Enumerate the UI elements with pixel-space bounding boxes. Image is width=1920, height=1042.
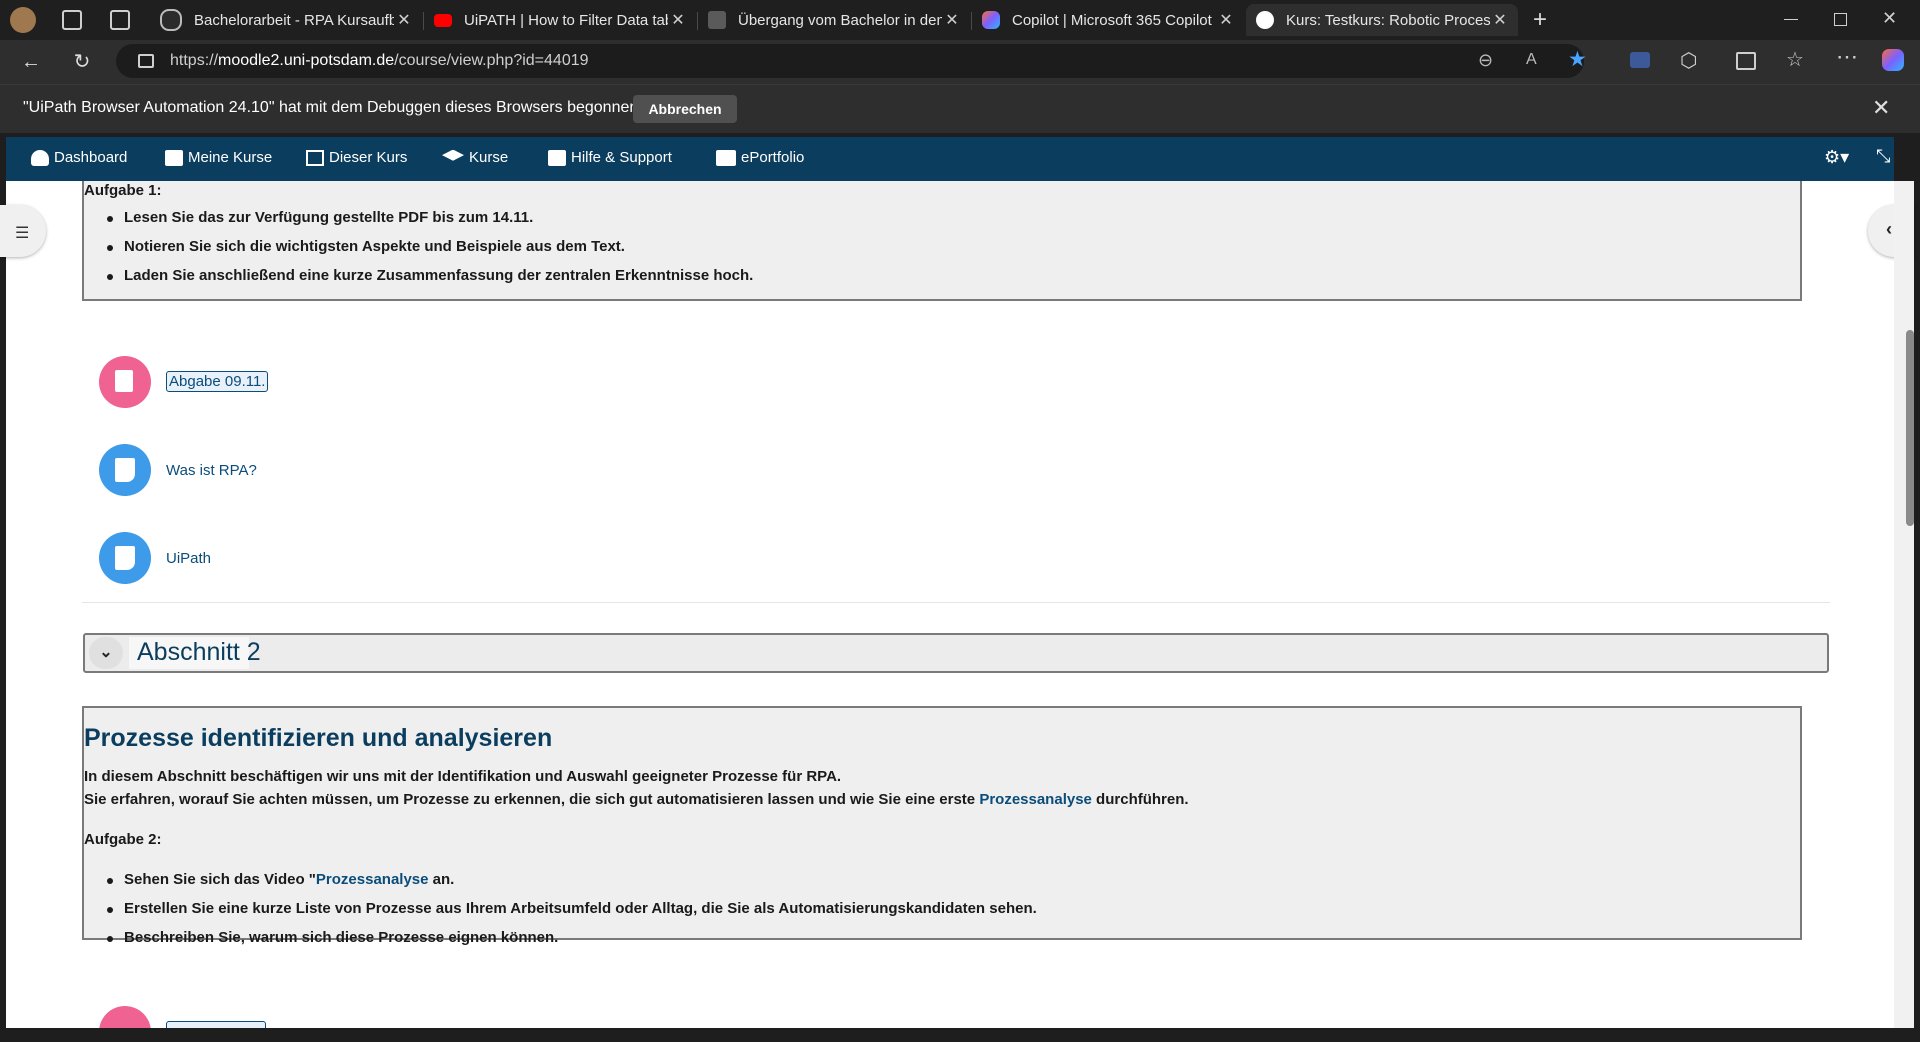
section2-header[interactable]: ⌄ Abschnitt 2 bbox=[83, 633, 1829, 673]
section2-summary: Prozesse identifizieren und analysieren … bbox=[82, 706, 1802, 946]
restore-icon[interactable] bbox=[1834, 13, 1847, 26]
workspaces-icon[interactable] bbox=[62, 10, 82, 30]
activity-link-partial[interactable] bbox=[166, 1021, 266, 1028]
nav-meine-kurse[interactable]: Meine Kurse bbox=[165, 149, 272, 166]
profile-avatar[interactable] bbox=[10, 7, 36, 33]
nav-eportfolio[interactable]: ePortfolio bbox=[716, 149, 804, 166]
tab-0[interactable]: Bachelorarbeit - RPA Kursaufbau ✕ bbox=[150, 4, 422, 36]
uipath-extension-icon[interactable] bbox=[1630, 52, 1650, 68]
minimize-icon[interactable] bbox=[1784, 19, 1798, 20]
tab-close-icon[interactable]: ✕ bbox=[1490, 10, 1510, 30]
nav-dashboard[interactable]: Dashboard bbox=[31, 149, 127, 166]
url-text: https://moodle2.uni-potsdam.de/course/vi… bbox=[170, 52, 589, 69]
tab-close-icon[interactable]: ✕ bbox=[668, 10, 688, 30]
copilot-icon bbox=[982, 11, 1000, 29]
zoom-out-icon[interactable]: ⊖ bbox=[1478, 50, 1493, 71]
graduation-cap-icon bbox=[442, 149, 464, 161]
tab-close-icon[interactable]: ✕ bbox=[1216, 10, 1236, 30]
assignment-glyph bbox=[115, 370, 133, 392]
document-icon bbox=[708, 11, 726, 29]
section-title[interactable]: Abschnitt 2 bbox=[137, 638, 261, 667]
tab-actions-icon[interactable] bbox=[110, 10, 130, 30]
section1-summary: Aufgabe 1: Lesen Sie das zur Verfügung g… bbox=[82, 181, 1802, 301]
tab-title: UiPATH | How to Filter Data table bbox=[464, 11, 668, 29]
read-aloud-icon[interactable]: A bbox=[1526, 51, 1537, 69]
more-options-icon[interactable]: ⋯ bbox=[1836, 44, 1858, 70]
tab-title: Übergang vom Bachelor in den M bbox=[738, 11, 942, 29]
window-bottom-edge bbox=[0, 1028, 1920, 1042]
browser-tab-bar: Bachelorarbeit - RPA Kursaufbau ✕ UiPATH… bbox=[0, 0, 1920, 40]
collapse-fullscreen-icon[interactable]: ⤡ bbox=[1876, 146, 1890, 167]
briefcase-icon bbox=[165, 149, 183, 166]
medkit-icon bbox=[548, 149, 566, 166]
chevron-down-icon[interactable]: ⌄ bbox=[89, 637, 123, 669]
page-glyph bbox=[115, 458, 135, 482]
debug-info-bar: "UiPath Browser Automation 24.10" hat mi… bbox=[0, 84, 1920, 133]
extensions-icon[interactable]: ⬡ bbox=[1680, 48, 1697, 73]
section-divider bbox=[82, 602, 1830, 603]
tab-close-icon[interactable]: ✕ bbox=[394, 10, 414, 30]
favorite-star-icon[interactable]: ★ bbox=[1568, 47, 1587, 72]
close-icon[interactable]: ✕ bbox=[1872, 95, 1890, 121]
cancel-debug-button[interactable]: Abbrechen bbox=[633, 95, 737, 123]
task-bullet: Laden Sie anschließend eine kurze Zusamm… bbox=[106, 267, 754, 284]
close-window-icon[interactable]: ✕ bbox=[1882, 8, 1897, 29]
intro-line-1: In diesem Abschnitt beschäftigen wir uns… bbox=[84, 768, 842, 785]
page-icon[interactable] bbox=[99, 532, 151, 584]
tab-title: Copilot | Microsoft 365 Copilot bbox=[1012, 11, 1212, 29]
task-bullet: Sehen Sie sich das Video "Prozessanalyse… bbox=[106, 871, 455, 888]
task-title: Aufgabe 1: bbox=[84, 182, 162, 199]
moodle-icon bbox=[1256, 11, 1274, 29]
tab-1[interactable]: UiPATH | How to Filter Data table ✕ bbox=[424, 4, 696, 36]
task-bullet: Lesen Sie das zur Verfügung gestellte PD… bbox=[106, 209, 534, 226]
activity-link-uipath[interactable]: UiPath bbox=[166, 550, 211, 567]
nav-hilfe-support[interactable]: Hilfe & Support bbox=[548, 149, 672, 166]
task-bullet: Notieren Sie sich die wichtigsten Aspekt… bbox=[107, 238, 625, 255]
tab-title: Kurs: Testkurs: Robotic Process Au bbox=[1286, 11, 1490, 29]
tab-4-active[interactable]: Kurs: Testkurs: Robotic Process Au ✕ bbox=[1246, 4, 1518, 36]
assignment-icon[interactable] bbox=[99, 356, 151, 408]
copilot-icon[interactable] bbox=[1882, 49, 1904, 71]
tab-2[interactable]: Übergang vom Bachelor in den M ✕ bbox=[698, 4, 970, 36]
nav-dieser-kurs[interactable]: Dieser Kurs bbox=[306, 149, 407, 166]
page-icon[interactable] bbox=[99, 444, 151, 496]
chevron-left-icon: ‹ bbox=[1886, 219, 1892, 239]
intro-line-2: Sie erfahren, worauf Sie achten müssen, … bbox=[84, 791, 1189, 808]
nav-kurse[interactable]: Kurse bbox=[442, 149, 508, 166]
task-bullet: Beschreiben Sie, warum sich diese Prozes… bbox=[106, 929, 559, 946]
settings-gear-icon[interactable]: ⚙▾ bbox=[1824, 147, 1849, 168]
moodle-navbar: Dashboard Meine Kurse Dieser Kurs Kurse … bbox=[6, 137, 1894, 181]
section2-heading: Prozesse identifizieren und analysieren bbox=[84, 724, 553, 752]
sitemap-icon bbox=[306, 149, 324, 166]
assignment-icon[interactable] bbox=[99, 1006, 151, 1028]
browser-toolbar: ← ↻ https://moodle2.uni-potsdam.de/cours… bbox=[0, 40, 1920, 84]
split-screen-icon[interactable] bbox=[1736, 52, 1756, 70]
debug-message: "UiPath Browser Automation 24.10" hat mi… bbox=[23, 99, 643, 116]
back-icon[interactable]: ← bbox=[15, 46, 47, 78]
task-title: Aufgabe 2: bbox=[84, 831, 162, 848]
scrollbar-thumb[interactable] bbox=[1906, 330, 1914, 526]
list-icon: ☰ bbox=[15, 225, 30, 242]
task-bullet: Erstellen Sie eine kurze Liste von Proze… bbox=[107, 900, 1037, 917]
openai-icon bbox=[160, 9, 182, 31]
prozessanalyse-link[interactable]: Prozessanalyse bbox=[979, 791, 1092, 808]
prozessanalyse-video-link[interactable]: Prozessanalyse bbox=[316, 871, 429, 888]
tab-title: Bachelorarbeit - RPA Kursaufbau bbox=[194, 11, 394, 29]
favorites-icon[interactable]: ☆ bbox=[1786, 47, 1804, 72]
activity-link-abgabe[interactable]: Abgabe 09.11. bbox=[166, 371, 269, 392]
dashboard-icon bbox=[31, 149, 49, 166]
course-content: Aufgabe 1: Lesen Sie das zur Verfügung g… bbox=[6, 181, 1894, 1028]
tab-close-icon[interactable]: ✕ bbox=[942, 10, 962, 30]
new-tab-icon[interactable]: + bbox=[1533, 6, 1547, 34]
reload-icon[interactable]: ↻ bbox=[66, 46, 98, 78]
activity-link-was-ist-rpa[interactable]: Was ist RPA? bbox=[166, 462, 257, 479]
tab-3[interactable]: Copilot | Microsoft 365 Copilot ✕ bbox=[972, 4, 1244, 36]
youtube-icon bbox=[434, 13, 452, 27]
lock-icon bbox=[138, 54, 154, 68]
page-glyph bbox=[115, 546, 135, 570]
page-scrollbar[interactable] bbox=[1894, 181, 1914, 1028]
address-bar[interactable]: https://moodle2.uni-potsdam.de/course/vi… bbox=[116, 44, 1587, 78]
folder-open-icon bbox=[716, 149, 736, 166]
